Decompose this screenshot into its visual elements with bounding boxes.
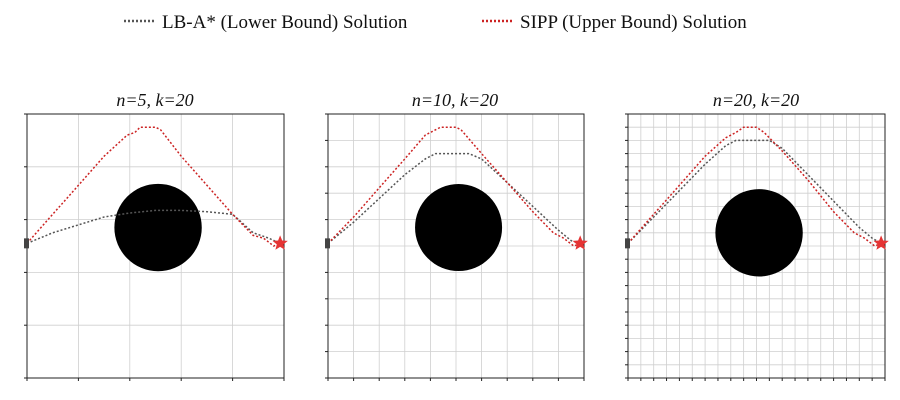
goal-star-marker	[873, 235, 889, 250]
panel-n10: n=10, k=20	[325, 90, 588, 381]
goal-star-marker	[572, 235, 588, 250]
obstacle	[415, 184, 503, 272]
obstacle	[114, 183, 202, 272]
start-marker	[24, 238, 29, 249]
start-marker	[325, 238, 330, 249]
panel-title: n=10, k=20	[412, 90, 498, 110]
legend-label-ub: SIPP (Upper Bound) Solution	[520, 12, 747, 33]
panel-n20: n=20, k=20	[625, 90, 889, 381]
legend: LB-A* (Lower Bound) Solution SIPP (Upper…	[124, 12, 747, 33]
panel-title: n=20, k=20	[713, 90, 799, 110]
panel-title: n=5, k=20	[116, 90, 193, 110]
legend-label-lb: LB-A* (Lower Bound) Solution	[162, 12, 408, 33]
goal-star-marker	[272, 235, 288, 250]
panel-n5: n=5, k=20	[24, 90, 288, 381]
figure: LB-A* (Lower Bound) Solution SIPP (Upper…	[24, 12, 889, 381]
obstacle	[715, 189, 803, 277]
start-marker	[625, 238, 630, 249]
